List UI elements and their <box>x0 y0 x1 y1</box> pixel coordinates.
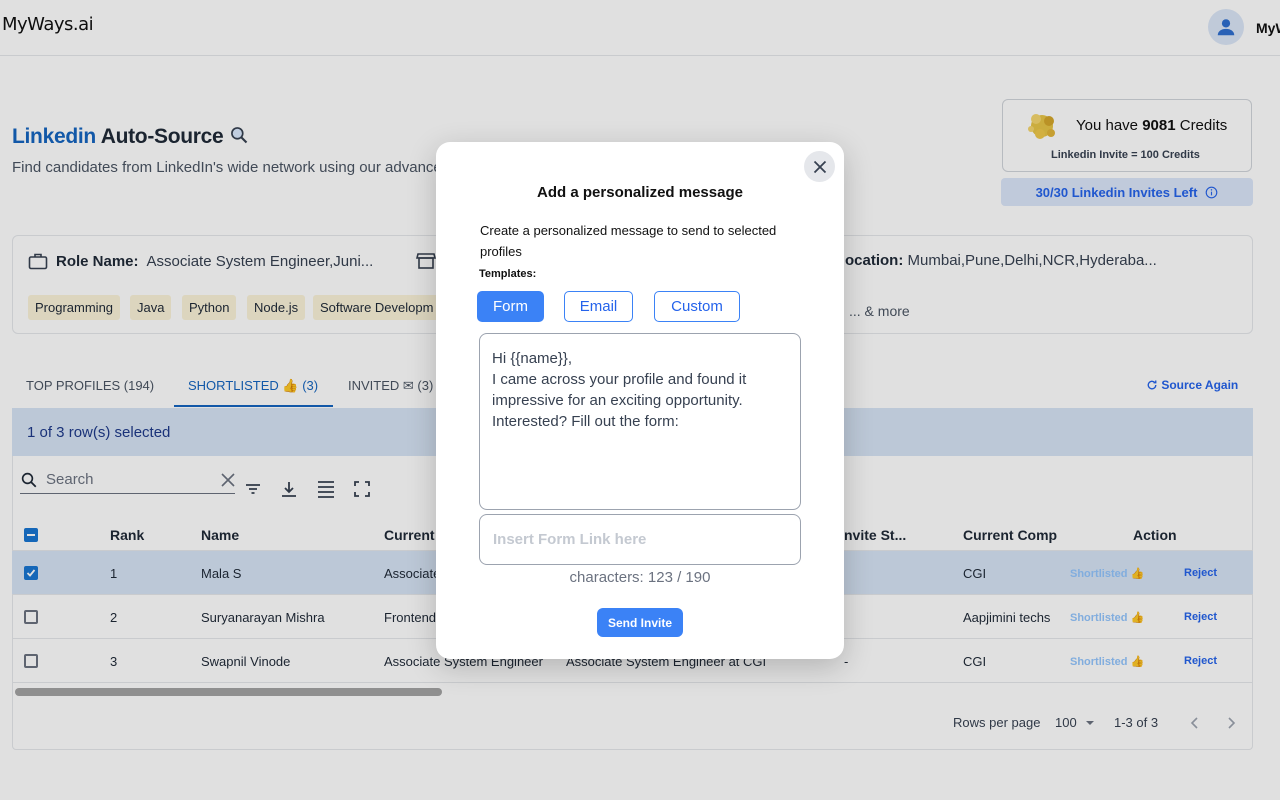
templates-label: Templates: <box>479 268 537 280</box>
template-email-button[interactable]: Email <box>564 291 633 322</box>
template-custom-button[interactable]: Custom <box>654 291 740 322</box>
close-button[interactable] <box>804 151 835 182</box>
character-count: characters: 123 / 190 <box>569 569 711 586</box>
send-invite-button[interactable]: Send Invite <box>597 608 683 637</box>
close-icon <box>813 160 826 173</box>
form-link-input[interactable]: Insert Form Link here <box>479 514 801 565</box>
form-link-placeholder: Insert Form Link here <box>493 531 647 548</box>
modal-title: Add a personalized message <box>537 184 743 201</box>
template-form-button[interactable]: Form <box>477 291 544 322</box>
message-textarea[interactable]: Hi {{name}}, I came across your profile … <box>479 333 801 510</box>
modal-description: Create a personalized message to send to… <box>480 223 777 259</box>
